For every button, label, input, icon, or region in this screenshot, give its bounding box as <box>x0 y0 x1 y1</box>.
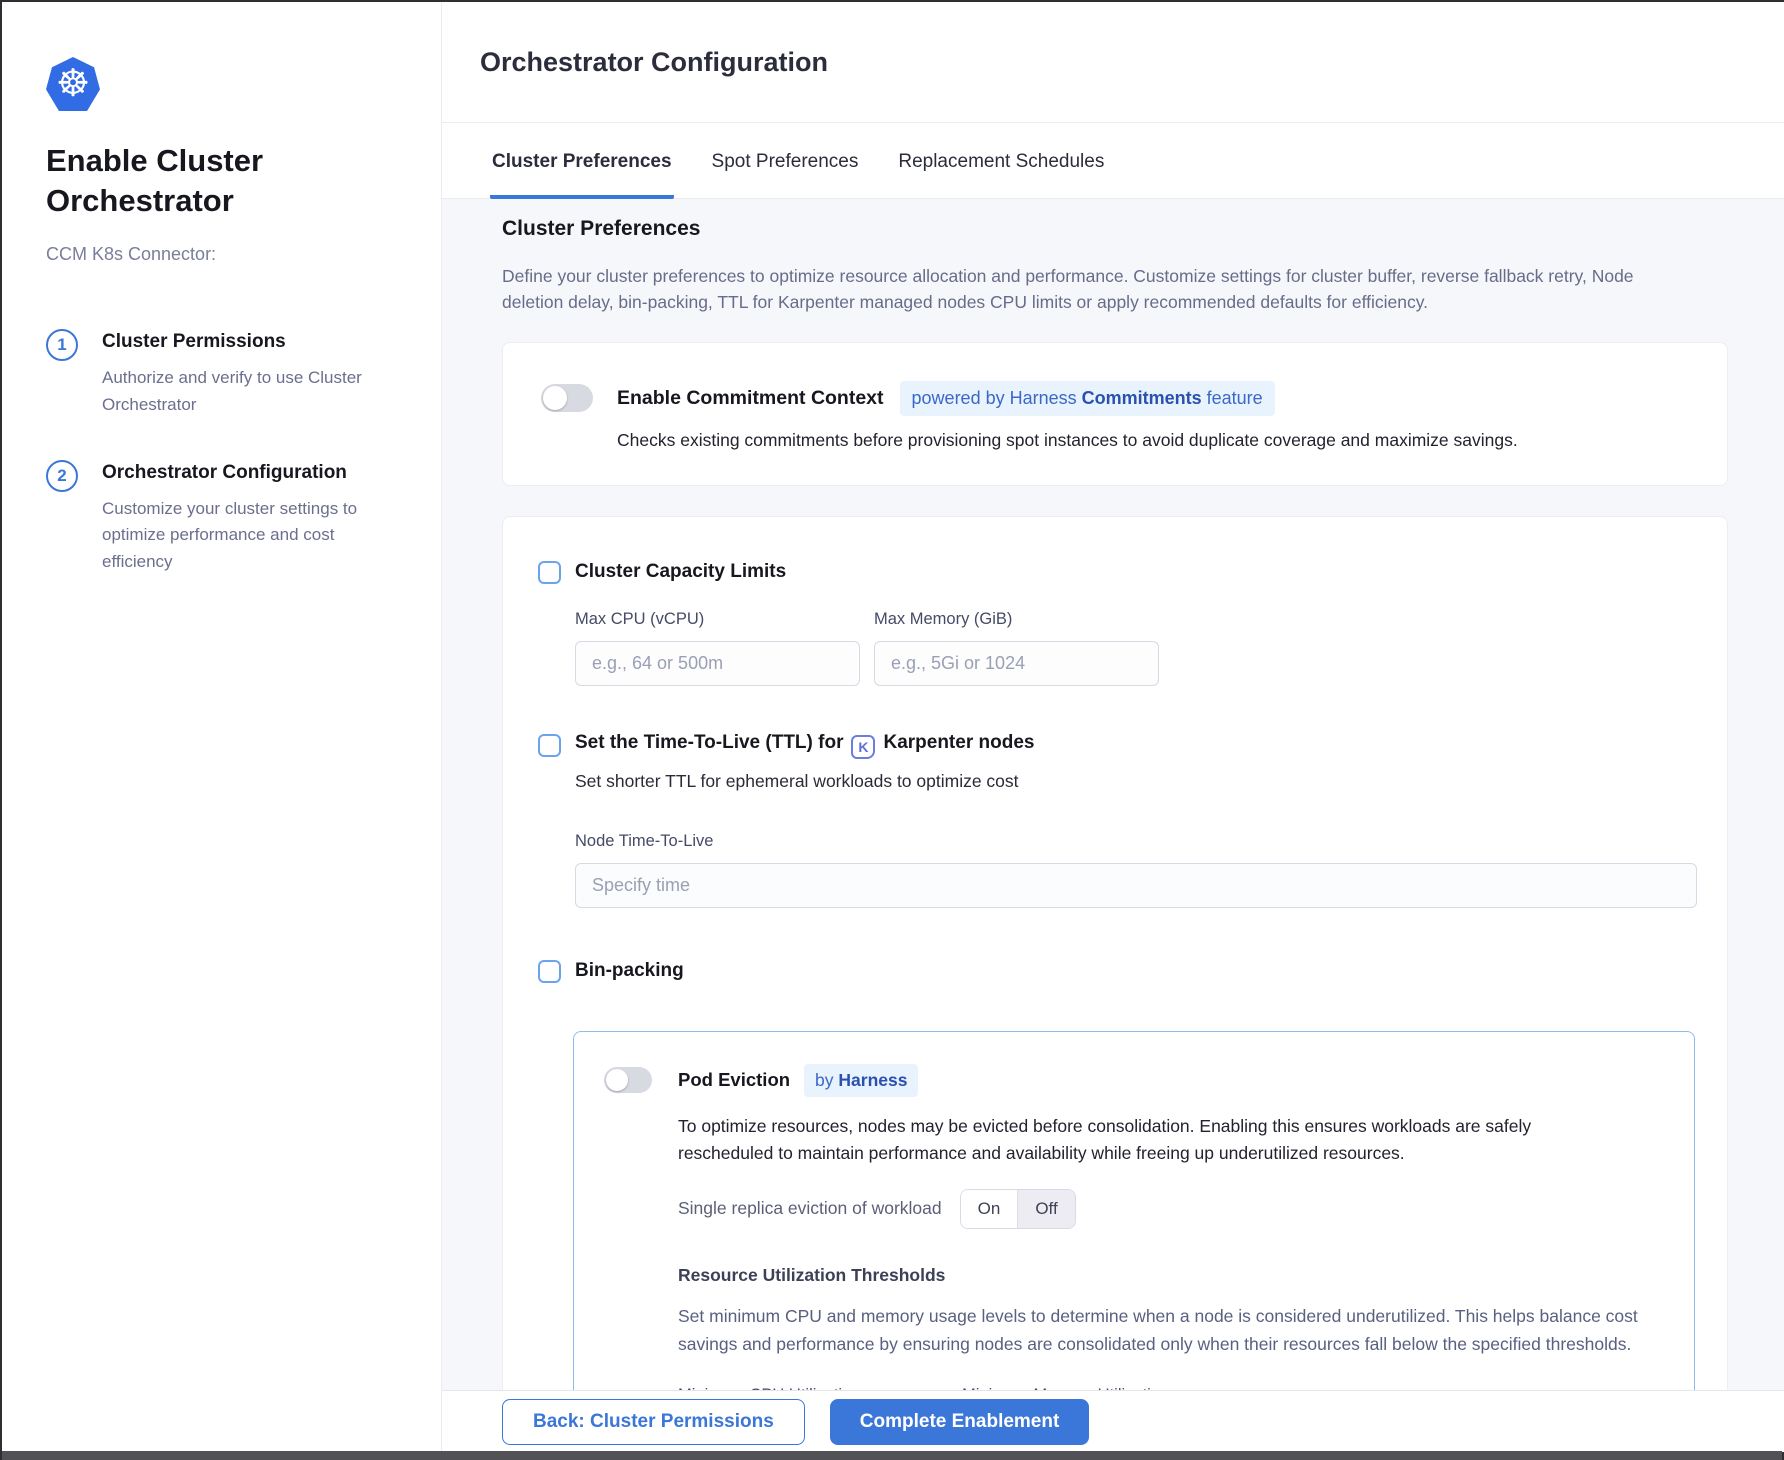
node-ttl-label: Node Time-To-Live <box>575 832 1693 851</box>
step-1-description: Authorize and verify to use Cluster Orch… <box>102 365 372 418</box>
pod-eviction-toggle[interactable] <box>604 1067 652 1093</box>
max-memory-input[interactable] <box>874 641 1159 686</box>
replica-on-button[interactable]: On <box>961 1190 1019 1228</box>
back-button[interactable]: Back: Cluster Permissions <box>502 1399 805 1445</box>
wizard-footer: Back: Cluster Permissions Complete Enabl… <box>442 1390 1784 1452</box>
ttl-label-prefix: Set the Time-To-Live (TTL) for <box>575 732 843 753</box>
bin-packing-row: Bin-packing <box>538 960 1693 983</box>
bin-packing-checkbox[interactable] <box>538 960 561 983</box>
kubernetes-wheel-glyph: ☸ <box>56 65 90 103</box>
ttl-label-suffix: Karpenter nodes <box>883 732 1034 753</box>
single-replica-segmented-control: On Off <box>960 1189 1076 1229</box>
ttl-row: Set the Time-To-Live (TTL) for K Karpenter… <box>538 732 1693 759</box>
badge-bold: Commitments <box>1082 388 1202 408</box>
node-ttl-input[interactable] <box>575 863 1697 908</box>
step-2-description: Customize your cluster settings to optim… <box>102 496 372 575</box>
section-description: Define your cluster preferences to optim… <box>502 263 1697 316</box>
commitment-context-toggle[interactable] <box>541 384 593 412</box>
karpenter-icon: K <box>851 735 875 759</box>
replica-off-button[interactable]: Off <box>1018 1190 1074 1228</box>
max-cpu-input[interactable] <box>575 641 860 686</box>
sidebar: ☸ Enable Cluster Orchestrator CCM K8s Co… <box>2 2 442 1452</box>
badge-suffix: feature <box>1202 388 1263 408</box>
complete-enablement-button[interactable]: Complete Enablement <box>830 1399 1090 1445</box>
max-cpu-label: Max CPU (vCPU) <box>575 610 860 629</box>
thresholds-description: Set minimum CPU and memory usage levels … <box>678 1302 1664 1358</box>
ttl-label: Set the Time-To-Live (TTL) for K Karpenter… <box>575 732 1034 759</box>
by-harness-badge: by Harness <box>804 1064 918 1097</box>
page-title: Orchestrator Configuration <box>480 47 828 78</box>
main-header: Orchestrator Configuration <box>442 2 1784 123</box>
thresholds-title: Resource Utilization Thresholds <box>678 1265 1664 1286</box>
single-replica-row: Single replica eviction of workload On O… <box>678 1189 1664 1229</box>
single-replica-label: Single replica eviction of workload <box>678 1198 942 1219</box>
cluster-preferences-panel: Cluster Preferences Define your cluster … <box>442 199 1784 1452</box>
badge-prefix: powered by Harness <box>912 388 1082 408</box>
preferences-card: Cluster Capacity Limits Max CPU (vCPU) M… <box>502 516 1728 1416</box>
pod-eviction-card: Pod Eviction by Harness To optimize reso… <box>573 1031 1695 1453</box>
ttl-checkbox[interactable] <box>538 734 561 757</box>
pod-eviction-description: To optimize resources, nodes may be evic… <box>678 1113 1613 1167</box>
step-2-title: Orchestrator Configuration <box>102 462 372 484</box>
commitment-context-card: Enable Commitment Context powered by Har… <box>502 342 1728 486</box>
wizard-steps: 1 Cluster Permissions Authorize and veri… <box>46 331 401 575</box>
tab-bar: Cluster Preferences Spot Preferences Rep… <box>442 123 1784 199</box>
toggle-knob <box>606 1069 628 1091</box>
cluster-capacity-limits-checkbox[interactable] <box>538 561 561 584</box>
sidebar-title: Enable Cluster Orchestrator <box>46 141 366 220</box>
section-title: Cluster Preferences <box>502 217 1728 241</box>
kubernetes-icon: ☸ <box>46 57 100 111</box>
main-panel: Orchestrator Configuration Cluster Prefe… <box>442 2 1784 1452</box>
cluster-capacity-limits-label: Cluster Capacity Limits <box>575 561 786 583</box>
ttl-description: Set shorter TTL for ephemeral workloads … <box>575 771 1693 792</box>
tab-spot-preferences[interactable]: Spot Preferences <box>710 127 861 199</box>
cluster-capacity-limits-row: Cluster Capacity Limits <box>538 561 1693 584</box>
bin-packing-label: Bin-packing <box>575 960 684 982</box>
commitments-feature-badge: powered by Harness Commitments feature <box>900 381 1275 416</box>
window-bottom-edge <box>2 1451 1782 1460</box>
max-memory-label: Max Memory (GiB) <box>874 610 1159 629</box>
commitment-context-title: Enable Commitment Context <box>617 387 884 410</box>
enable-cluster-orchestrator-page: ☸ Enable Cluster Orchestrator CCM K8s Co… <box>2 2 1782 1452</box>
step-2-number: 2 <box>46 460 78 492</box>
step-1-title: Cluster Permissions <box>102 331 372 353</box>
step-1-number: 1 <box>46 329 78 361</box>
toggle-knob <box>543 386 567 410</box>
step-cluster-permissions[interactable]: 1 Cluster Permissions Authorize and veri… <box>46 331 401 418</box>
tab-replacement-schedules[interactable]: Replacement Schedules <box>896 127 1106 199</box>
tab-cluster-preferences[interactable]: Cluster Preferences <box>490 127 674 199</box>
commitment-context-description: Checks existing commitments before provi… <box>617 430 1689 451</box>
connector-label: CCM K8s Connector: <box>46 244 401 265</box>
step-orchestrator-configuration[interactable]: 2 Orchestrator Configuration Customize y… <box>46 462 401 575</box>
pod-eviction-title: Pod Eviction <box>678 1069 790 1091</box>
